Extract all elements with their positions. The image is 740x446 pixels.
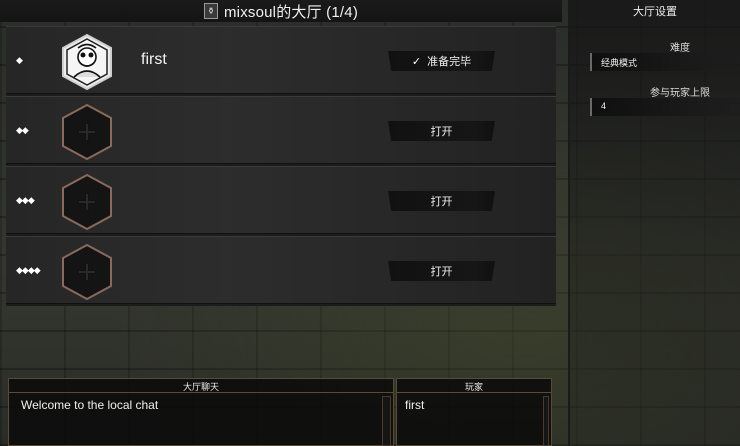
open-slot-button[interactable]: 打开 [388, 191, 495, 211]
open-slot-button[interactable]: 打开 [388, 261, 495, 281]
settings-header: 大厅设置 [633, 6, 677, 18]
ready-button[interactable]: ✓ 准备完毕 [388, 51, 495, 71]
players-panel: 玩家 first [396, 378, 552, 446]
player-slot-2: ◆◆ 打开 [6, 96, 556, 164]
max-players-label: 参与玩家上限 [650, 88, 710, 99]
player-slot-1: ◆ first ✓ 准备完毕 [6, 26, 556, 94]
ready-button-label: 准备完毕 [427, 56, 472, 68]
difficulty-label: 难度 [670, 43, 690, 54]
player-avatar [62, 33, 112, 91]
chat-message: Welcome to the local chat [21, 398, 159, 412]
player-slots-panel: ◆ first ✓ 准备完毕 ◆◆ 打开 ◆◆◆ 打开 ◆◆◆◆ 打开 [6, 26, 556, 306]
empty-slot-cross-icon [62, 243, 112, 301]
chat-scrollbar[interactable] [382, 396, 391, 446]
rank-icon: ◆ [16, 55, 23, 65]
open-slot-button-label: 打开 [430, 266, 453, 278]
open-slot-button-label: 打开 [430, 196, 453, 208]
chat-header: 大厅聊天 [9, 379, 393, 393]
max-players-select[interactable]: 4 [590, 98, 740, 116]
empty-slot-cross-icon [62, 173, 112, 231]
lobby-title: mixsoul的大厅 (1/4) [223, 3, 359, 21]
open-slot-button-label: 打开 [430, 126, 453, 138]
players-header: 玩家 [397, 379, 551, 393]
difficulty-select[interactable]: 经典模式 [590, 53, 740, 71]
player-slot-4: ◆◆◆◆ 打开 [6, 236, 556, 304]
rank-icon: ◆◆◆ [16, 195, 35, 205]
player-slot-3: ◆◆◆ 打开 [6, 166, 556, 234]
lobby-icon: ⚱ [203, 3, 218, 19]
open-slot-button[interactable]: 打开 [388, 121, 495, 141]
lobby-title-bar: ⚱ mixsoul的大厅 (1/4) [0, 0, 562, 22]
lobby-chat-panel: 大厅聊天 Welcome to the local chat [8, 378, 394, 446]
player-name: first [141, 51, 167, 68]
player-list-item[interactable]: first [405, 398, 424, 412]
empty-slot-cross-icon [62, 103, 112, 161]
rank-icon: ◆◆ [16, 125, 29, 135]
rank-icon: ◆◆◆◆ [16, 265, 41, 275]
players-scrollbar[interactable] [543, 396, 549, 446]
lobby-settings-panel: 大厅设置 难度 经典模式 参与玩家上限 4 [568, 0, 740, 446]
checkmark-icon: ✓ [411, 55, 422, 68]
